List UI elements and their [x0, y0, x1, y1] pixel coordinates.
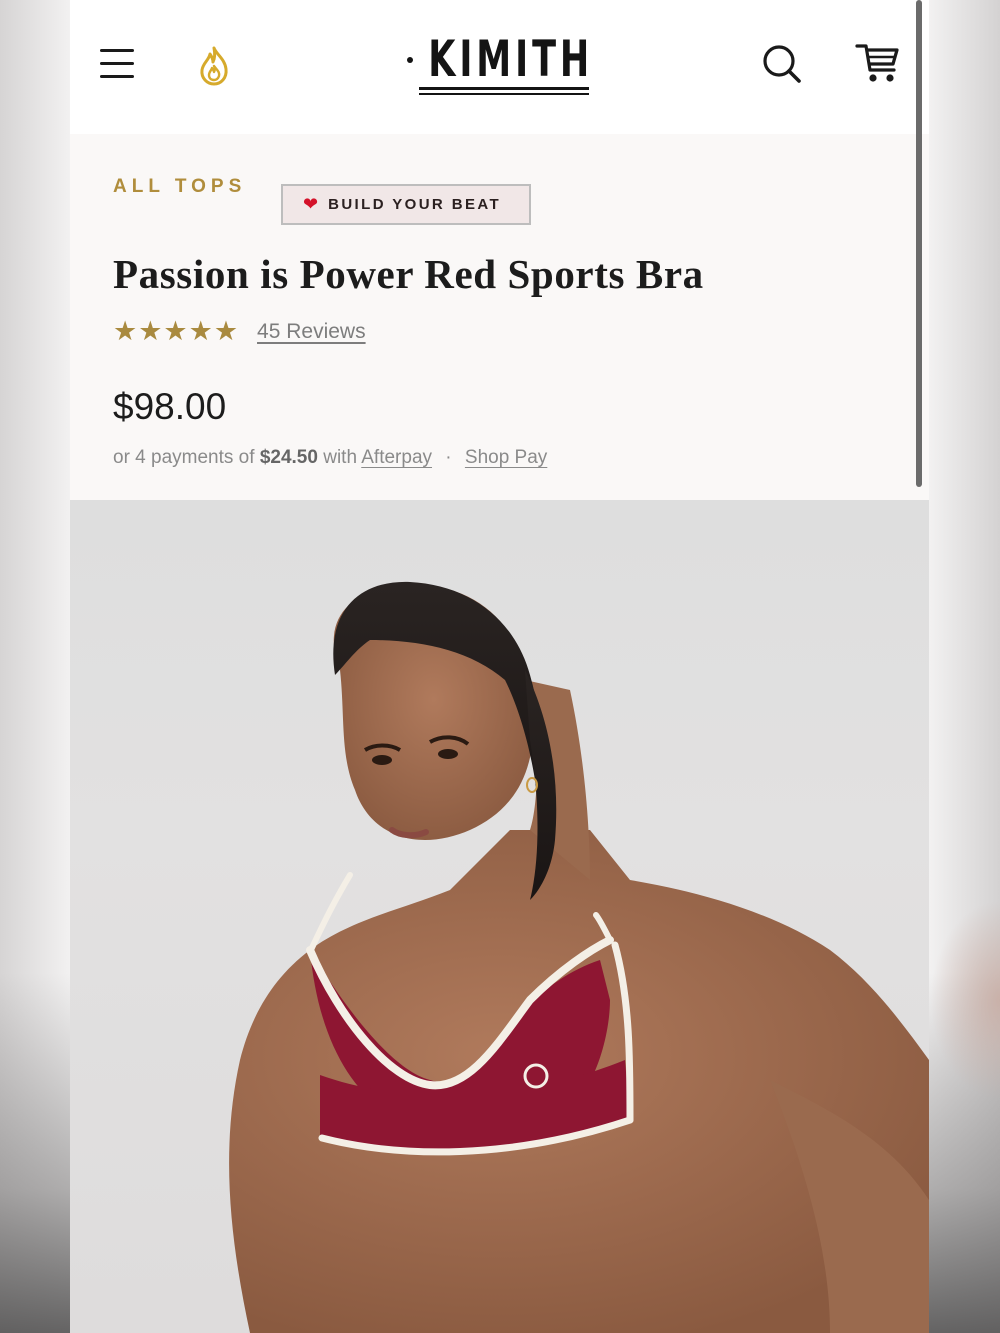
- build-your-beat-badge[interactable]: ❤ BUILD YOUR BEAT: [281, 184, 531, 225]
- logo-underline: [419, 93, 589, 95]
- background-glow: [930, 900, 1000, 1100]
- scrollbar[interactable]: [916, 0, 922, 487]
- breadcrumb[interactable]: ALL TOPS: [113, 176, 246, 198]
- installment-prefix: or 4 payments of: [113, 447, 255, 468]
- site-header: KIMITH: [70, 0, 929, 134]
- brand-logo[interactable]: KIMITH: [405, 32, 595, 98]
- flame-icon[interactable]: [192, 44, 236, 88]
- installment-info: or 4 payments of $24.50 with Afterpay · …: [113, 447, 547, 469]
- reviews-link[interactable]: 45 Reviews: [257, 320, 366, 344]
- product-page: KIMITH ALL TOPS ❤ BUILD YOUR BEAT Passio: [70, 0, 929, 1333]
- logo-dot: [407, 57, 413, 63]
- installment-middle: with: [323, 447, 358, 468]
- product-rating: ★★★★★ 45 Reviews: [113, 316, 366, 348]
- star-rating-icon: ★★★★★: [113, 316, 240, 347]
- cart-icon[interactable]: [854, 40, 902, 88]
- installment-amount: $24.50: [259, 447, 318, 468]
- hamburger-menu-icon[interactable]: [98, 44, 138, 84]
- logo-underline: [419, 87, 589, 90]
- product-price: $98.00: [113, 386, 227, 427]
- search-icon[interactable]: [760, 42, 804, 86]
- heart-icon: ❤: [303, 193, 319, 215]
- separator: ·: [445, 447, 452, 468]
- product-title: Passion is Power Red Sports Bra: [113, 251, 704, 297]
- product-image[interactable]: [70, 500, 929, 1333]
- brand-name: KIMITH: [428, 30, 594, 88]
- shop-pay-link[interactable]: Shop Pay: [465, 447, 547, 468]
- afterpay-link[interactable]: Afterpay: [361, 447, 432, 468]
- badge-label: BUILD YOUR BEAT: [328, 196, 502, 213]
